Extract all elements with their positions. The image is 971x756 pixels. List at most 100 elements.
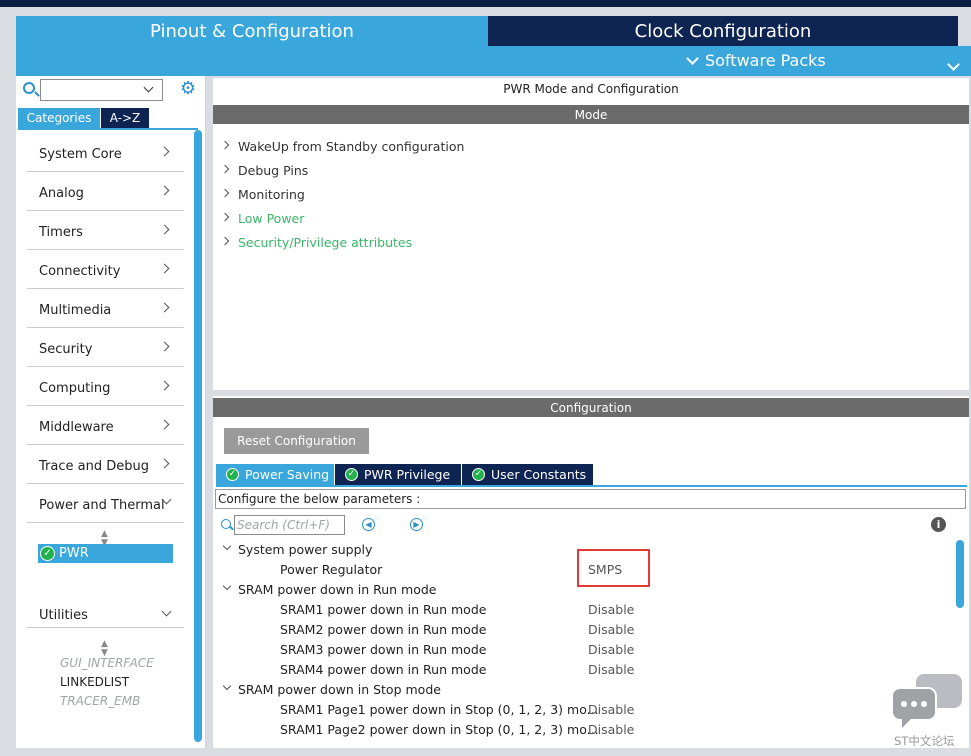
category-item[interactable]: Analog (27, 172, 184, 211)
category-item[interactable]: Trace and Debug (27, 445, 184, 484)
category-item[interactable]: Security (27, 328, 184, 367)
tab-underline (18, 128, 198, 130)
a-to-z-button[interactable]: A->Z (101, 108, 149, 128)
parameters-hint: Configure the below parameters : (215, 489, 966, 509)
parameter-search-input[interactable]: Search (Ctrl+F) (234, 515, 345, 535)
mode-list: WakeUp from Standby configuration Debug P… (220, 134, 464, 254)
tab-label: PWR Privilege (364, 467, 451, 482)
tree-label: SRAM1 Page2 power down in Stop (0, 1, 2,… (280, 722, 599, 737)
utility-gui-interface[interactable]: GUI_INTERFACE (60, 656, 154, 670)
chevron-right-icon (159, 263, 170, 274)
param-value[interactable]: Disable (588, 622, 634, 637)
category-label: Trace and Debug (39, 459, 149, 474)
pwr-peripheral-item[interactable]: ✓ PWR (38, 544, 173, 563)
highlight-box (577, 549, 650, 587)
check-icon: ✓ (226, 468, 239, 481)
category-utilities[interactable]: Utilities (27, 596, 184, 628)
category-item[interactable]: Connectivity (27, 250, 184, 289)
mode-item-label: Low Power (238, 210, 305, 226)
check-icon: ✓ (345, 468, 358, 481)
chevron-right-icon (220, 212, 230, 222)
right-scrollbar[interactable] (956, 540, 964, 608)
param-value[interactable]: Disable (588, 642, 634, 657)
mode-item[interactable]: Security/Privilege attributes (220, 230, 464, 254)
chevron-right-icon (220, 236, 230, 246)
tab-underline (216, 485, 967, 487)
tab-pwr-privilege[interactable]: ✓ PWR Privilege (335, 464, 461, 485)
pwr-label: PWR (59, 546, 89, 561)
category-list: System Core Analog Timers Connectivity Multi… (27, 133, 184, 523)
categories-button[interactable]: Categories (18, 108, 100, 128)
tree-param-row[interactable]: SRAM2 power down in Run mode Disable (216, 620, 956, 640)
category-label: Computing (39, 381, 111, 396)
tree-label: SRAM power down in Run mode (238, 582, 437, 597)
search-icon (23, 82, 35, 94)
category-label: Timers (39, 225, 83, 240)
watermark-text: ST中文论坛 (894, 734, 955, 748)
search-icon (221, 519, 231, 529)
category-item[interactable]: Timers (27, 211, 184, 250)
param-value[interactable]: Disable (588, 722, 634, 737)
tab-clock-configuration[interactable]: Clock Configuration (488, 16, 958, 46)
mode-item-label: Debug Pins (238, 162, 309, 178)
left-scrollbar[interactable] (194, 130, 202, 742)
chevron-right-icon (159, 380, 170, 391)
tab-user-constants[interactable]: ✓ User Constants (462, 464, 593, 485)
reset-configuration-button[interactable]: Reset Configuration (224, 428, 369, 454)
tab-power-saving[interactable]: ✓ Power Saving (216, 464, 334, 485)
category-label: Power and Thermal (39, 498, 165, 513)
mode-item[interactable]: Debug Pins (220, 158, 464, 182)
software-packs-menu[interactable]: Software Packs (686, 51, 826, 70)
tree-param-row[interactable]: SRAM1 Page1 power down in Stop (0, 1, 2,… (216, 700, 956, 720)
chevron-right-icon (220, 140, 230, 150)
category-item[interactable]: Multimedia (27, 289, 184, 328)
tree-param-row[interactable]: SRAM1 Page2 power down in Stop (0, 1, 2,… (216, 720, 956, 740)
tab-label: Power Saving (245, 467, 330, 482)
expand-button[interactable] (947, 54, 960, 73)
mode-item[interactable]: Low Power (220, 206, 464, 230)
category-label: Middleware (39, 420, 114, 435)
category-item[interactable]: Power and Thermal (27, 484, 184, 523)
chevron-down-icon[interactable] (222, 681, 232, 691)
param-value[interactable]: Disable (588, 702, 634, 717)
chevron-down-icon[interactable] (222, 541, 232, 551)
chevron-down-icon (161, 606, 172, 617)
chevron-right-icon (159, 302, 170, 313)
previous-result-icon[interactable]: ◀ (362, 518, 375, 531)
tree-param-row[interactable]: SRAM3 power down in Run mode Disable (216, 640, 956, 660)
category-label: System Core (39, 147, 122, 162)
category-label: Utilities (39, 608, 88, 623)
search-combo[interactable] (40, 79, 163, 101)
check-icon: ✓ (40, 546, 55, 561)
utility-linkedlist[interactable]: LINKEDLIST (60, 675, 129, 689)
utility-tracer-emb[interactable]: TRACER_EMB (60, 694, 140, 708)
mode-item[interactable]: Monitoring (220, 182, 464, 206)
category-label: Analog (39, 186, 84, 201)
configuration-header: Configuration (213, 398, 969, 417)
sub-tab-bar (16, 46, 971, 76)
chevron-down-icon[interactable] (222, 581, 232, 591)
category-item[interactable]: System Core (27, 133, 184, 172)
tree-label: SRAM1 Page1 power down in Stop (0, 1, 2,… (280, 702, 599, 717)
mode-item[interactable]: WakeUp from Standby configuration (220, 134, 464, 158)
tree-group-row[interactable]: SRAM power down in Stop mode (216, 680, 956, 700)
tree-label: SRAM1 power down in Run mode (280, 602, 487, 617)
stm32cubemx-window: Pinout & Configuration Clock Configurati… (0, 0, 971, 756)
tree-param-row[interactable]: SRAM1 power down in Run mode Disable (216, 600, 956, 620)
page-title: PWR Mode and Configuration (503, 82, 679, 96)
category-item[interactable]: Computing (27, 367, 184, 406)
next-result-icon[interactable]: ▶ (410, 518, 423, 531)
param-value[interactable]: Disable (588, 602, 634, 617)
category-item[interactable]: Middleware (27, 406, 184, 445)
tree-param-row[interactable]: SRAM4 power down in Run mode Disable (216, 660, 956, 680)
chevron-right-icon (159, 458, 170, 469)
gear-icon[interactable]: ⚙ (180, 80, 196, 98)
chevron-down-icon (947, 58, 960, 71)
chevron-right-icon (220, 188, 230, 198)
tab-pinout-configuration[interactable]: Pinout & Configuration (16, 16, 488, 46)
chevron-right-icon (159, 185, 170, 196)
chevron-right-icon (159, 224, 170, 235)
param-value[interactable]: Disable (588, 662, 634, 677)
category-label: Multimedia (39, 303, 112, 318)
info-icon[interactable]: i (931, 517, 946, 532)
